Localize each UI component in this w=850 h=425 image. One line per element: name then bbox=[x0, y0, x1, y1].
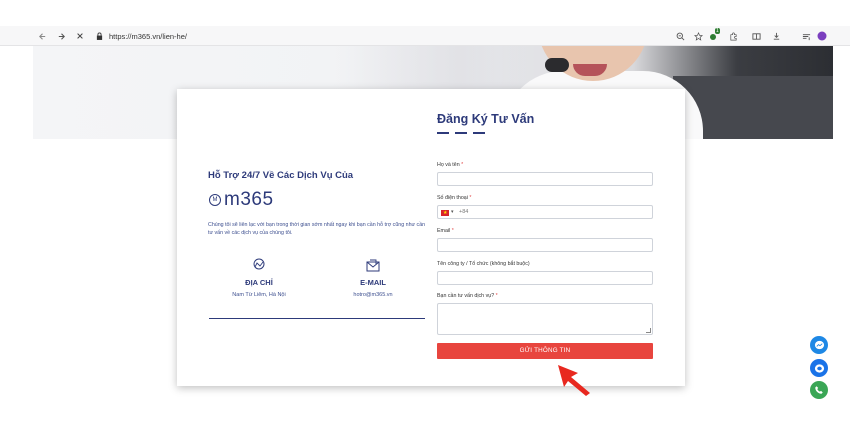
service-label: Bạn cần tư vấn dịch vụ? * bbox=[437, 293, 498, 299]
back-arrow-icon[interactable] bbox=[36, 30, 48, 42]
extension-icon[interactable]: 1 bbox=[708, 28, 720, 42]
name-label: Họ và tên * bbox=[437, 162, 464, 168]
contact-card: Hỗ Trợ 24/7 Về Các Dịch Vụ Của M m365 Ch… bbox=[177, 89, 685, 386]
lock-icon bbox=[96, 32, 103, 40]
vietnam-flag-icon[interactable]: ★ bbox=[441, 210, 449, 216]
company-label: Tên công ty / Tổ chức (không bắt buộc) bbox=[437, 261, 530, 267]
address-bar[interactable]: https://m365.vn/lien-he/ bbox=[96, 30, 187, 42]
pointer-arrow-icon bbox=[558, 365, 590, 396]
star-icon[interactable] bbox=[692, 30, 704, 42]
puzzle-icon[interactable] bbox=[727, 30, 739, 42]
split-view-icon[interactable] bbox=[750, 30, 762, 42]
resize-handle[interactable] bbox=[646, 328, 651, 333]
close-icon[interactable] bbox=[74, 30, 86, 42]
logo-text: m365 bbox=[224, 189, 274, 210]
phone-input[interactable]: ★ ▾ +84 bbox=[437, 205, 653, 219]
extension-badge: 1 bbox=[715, 28, 720, 34]
browser-toolbar: https://m365.vn/lien-he/ 1 bbox=[0, 26, 850, 46]
reading-list-icon[interactable] bbox=[800, 30, 812, 42]
form-title: Đăng Ký Tư Vấn bbox=[437, 112, 535, 126]
browser-right-icons: 1 bbox=[670, 28, 850, 42]
service-textarea[interactable] bbox=[437, 303, 653, 335]
forward-arrow-icon[interactable] bbox=[55, 30, 67, 42]
zoom-icon[interactable] bbox=[674, 30, 686, 42]
title-underline bbox=[437, 132, 497, 134]
address-value: Nam Từ Liêm, Hà Nội bbox=[232, 292, 286, 298]
company-input[interactable] bbox=[437, 271, 653, 285]
email-contact-label: E-MAIL bbox=[360, 278, 386, 287]
m365-logo: M m365 bbox=[209, 189, 274, 211]
map-icon bbox=[253, 258, 265, 270]
name-input[interactable] bbox=[437, 172, 653, 186]
support-description: Chúng tôi sẽ liên lạc với bạn trong thời… bbox=[208, 222, 426, 236]
email-contact-value[interactable]: hotro@m365.vn bbox=[328, 292, 418, 298]
zalo-chat-icon[interactable] bbox=[810, 359, 828, 377]
support-title: Hỗ Trợ 24/7 Về Các Dịch Vụ Của bbox=[208, 170, 354, 181]
register-form: Đăng Ký Tư Vấn Họ và tên * Số điện thoại… bbox=[437, 89, 685, 386]
profile-icon[interactable] bbox=[816, 30, 828, 42]
support-panel: Hỗ Trợ 24/7 Về Các Dịch Vụ Của M m365 Ch… bbox=[177, 89, 427, 386]
messenger-icon[interactable] bbox=[810, 336, 828, 354]
mail-icon bbox=[366, 259, 380, 272]
email-input[interactable] bbox=[437, 238, 653, 252]
divider-line bbox=[209, 318, 425, 319]
logo-mark: M bbox=[209, 194, 221, 206]
phone-call-icon[interactable] bbox=[810, 381, 828, 399]
email-label: Email * bbox=[437, 228, 454, 234]
download-icon[interactable] bbox=[770, 30, 782, 42]
phone-label: Số điện thoại * bbox=[437, 195, 472, 201]
headset-mic-icon bbox=[545, 58, 569, 72]
url-text: https://m365.vn/lien-he/ bbox=[109, 31, 187, 41]
address-label: ĐỊA CHỈ bbox=[245, 278, 273, 287]
chevron-down-icon: ▾ bbox=[451, 209, 454, 215]
submit-button[interactable]: GỬI THÔNG TIN bbox=[437, 343, 653, 359]
phone-code: +84 bbox=[459, 209, 469, 215]
